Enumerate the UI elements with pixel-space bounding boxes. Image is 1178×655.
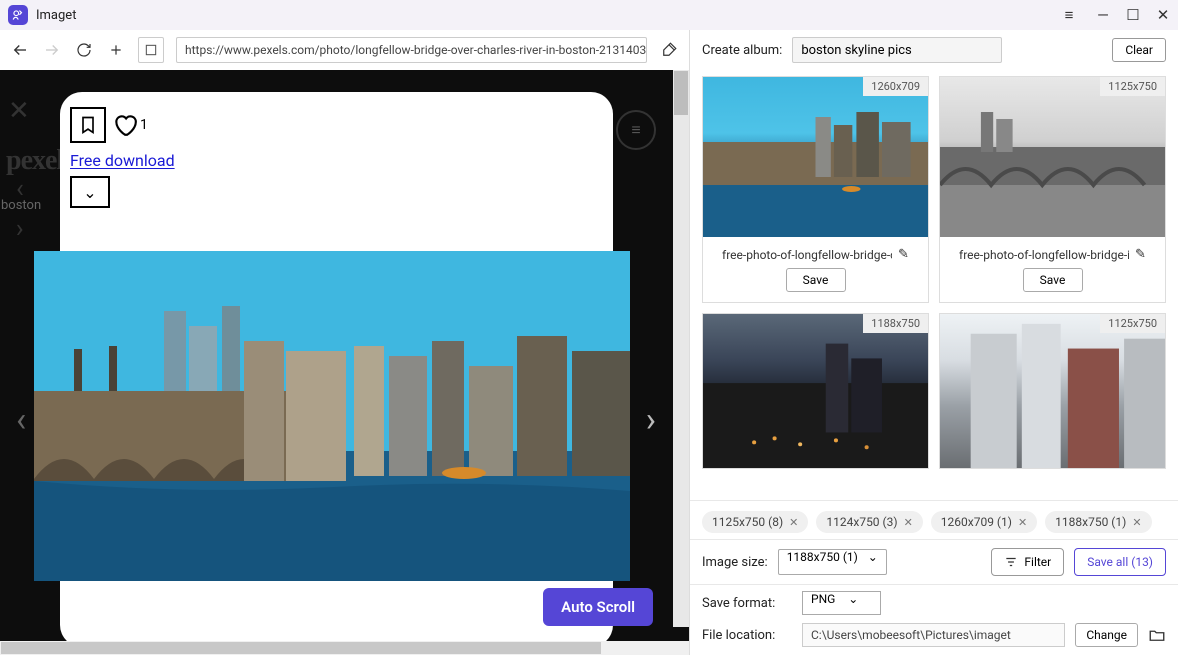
- chip-remove-icon[interactable]: ✕: [904, 516, 913, 529]
- page-menu-icon[interactable]: ≡: [616, 110, 656, 150]
- new-tab-button[interactable]: [106, 40, 126, 60]
- chevron-down-icon: ⌄: [848, 592, 858, 606]
- thumbnail-filename: free-photo-of-longfellow-bridge-ov: [722, 248, 892, 262]
- hamburger-menu-icon[interactable]: ≡: [1054, 0, 1084, 30]
- hero-image: [34, 251, 630, 581]
- app-logo: [8, 5, 28, 25]
- maximize-button[interactable]: ☐: [1118, 0, 1148, 30]
- image-size-label: Image size:: [702, 555, 768, 570]
- collector-pane: Create album: Clear 1260x709 free-photo-…: [690, 30, 1178, 655]
- tag-text: boston: [1, 198, 41, 213]
- image-size-select[interactable]: 1188x750 (1) ⌄: [778, 549, 887, 575]
- open-folder-icon[interactable]: [1148, 626, 1166, 644]
- reload-button[interactable]: [74, 40, 94, 60]
- horizontal-scrollbar[interactable]: [0, 641, 689, 655]
- titlebar: Imaget ≡ — ☐ ✕: [0, 0, 1178, 30]
- bookmark-button[interactable]: [70, 107, 106, 143]
- change-location-button[interactable]: Change: [1075, 623, 1138, 647]
- thumbnail-card[interactable]: 1125x750 free-photo-of-longfellow-bridge…: [939, 76, 1166, 303]
- thumbnail-card[interactable]: 1188x750: [702, 313, 929, 469]
- chip-remove-icon[interactable]: ✕: [1018, 516, 1027, 529]
- chevron-right-icon[interactable]: ‹: [16, 214, 24, 244]
- next-image-icon[interactable]: ›: [646, 400, 656, 440]
- back-button[interactable]: [10, 40, 30, 60]
- thumbnail-dimensions: 1125x750: [1100, 77, 1165, 96]
- chip-remove-icon[interactable]: ✕: [789, 516, 798, 529]
- image-card: 1 Free download ⌄: [60, 92, 613, 641]
- download-link[interactable]: Free download: [60, 147, 613, 176]
- close-icon[interactable]: ✕: [8, 96, 30, 126]
- album-name-input[interactable]: [792, 37, 1002, 63]
- album-label: Create album:: [702, 43, 782, 58]
- thumbnail-image: 1260x709: [703, 77, 928, 237]
- auto-scroll-button[interactable]: Auto Scroll: [543, 588, 653, 626]
- prev-image-icon[interactable]: ‹: [16, 400, 26, 440]
- file-location-input[interactable]: [802, 623, 1065, 647]
- thumbnail-filename: free-photo-of-longfellow-bridge-in: [959, 248, 1129, 262]
- app-title: Imaget: [36, 8, 76, 23]
- save-all-button[interactable]: Save all (13): [1074, 548, 1166, 576]
- like-button[interactable]: 1: [112, 112, 148, 138]
- save-button[interactable]: Save: [1023, 268, 1083, 292]
- thumbnail-dimensions: 1125x750: [1100, 314, 1165, 333]
- page-viewport[interactable]: pexels ✕ ‹ boston ‹ ≡ › ‹ 1 Free downloa…: [0, 70, 689, 641]
- filter-button[interactable]: Filter: [991, 548, 1064, 576]
- chip[interactable]: 1124x750 (3)✕: [816, 511, 922, 533]
- forward-button[interactable]: [42, 40, 62, 60]
- thumbnail-dimensions: 1188x750: [863, 314, 928, 333]
- browser-pane: https://www.pexels.com/photo/longfellow-…: [0, 30, 690, 655]
- thumbnail-dimensions: 1260x709: [863, 77, 928, 96]
- clear-button[interactable]: Clear: [1112, 38, 1166, 62]
- chip[interactable]: 1125x750 (8)✕: [702, 511, 808, 533]
- chip-remove-icon[interactable]: ✕: [1132, 516, 1141, 529]
- url-input[interactable]: https://www.pexels.com/photo/longfellow-…: [176, 37, 647, 63]
- browser-toolbar: https://www.pexels.com/photo/longfellow-…: [0, 30, 689, 70]
- chip[interactable]: 1188x750 (1)✕: [1045, 511, 1151, 533]
- file-location-label: File location:: [702, 628, 792, 643]
- close-button[interactable]: ✕: [1148, 0, 1178, 30]
- like-count: 1: [140, 117, 148, 133]
- chevron-down-icon: ⌄: [868, 550, 878, 564]
- save-format-select[interactable]: PNG ⌄: [802, 591, 881, 615]
- page-icon[interactable]: [138, 37, 164, 63]
- download-dropdown[interactable]: ⌄: [70, 176, 110, 208]
- edit-name-icon[interactable]: ✎: [1135, 247, 1146, 262]
- chip[interactable]: 1260x709 (1)✕: [931, 511, 1037, 533]
- size-filter-chips: 1125x750 (8)✕ 1124x750 (3)✕ 1260x709 (1)…: [690, 500, 1178, 540]
- thumbnail-card[interactable]: 1125x750: [939, 313, 1166, 469]
- save-format-label: Save format:: [702, 596, 792, 611]
- paint-tool-icon[interactable]: [659, 40, 679, 60]
- vertical-scrollbar[interactable]: [673, 70, 689, 627]
- minimize-button[interactable]: —: [1088, 0, 1118, 30]
- thumbnail-card[interactable]: 1260x709 free-photo-of-longfellow-bridge…: [702, 76, 929, 303]
- save-button[interactable]: Save: [786, 268, 846, 292]
- edit-name-icon[interactable]: ✎: [898, 247, 909, 262]
- thumbnail-image: 1125x750: [940, 77, 1165, 237]
